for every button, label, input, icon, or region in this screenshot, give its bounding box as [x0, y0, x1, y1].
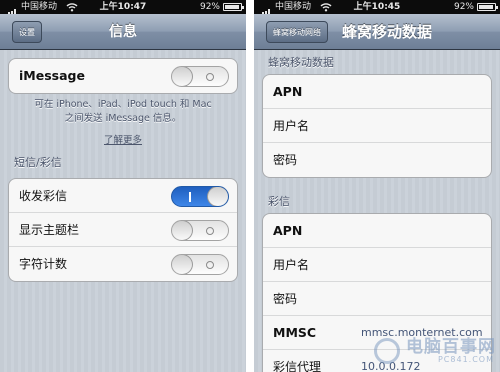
character-count-label: 字符计数 — [19, 257, 68, 271]
page-title: 蜂窝移动数据 — [342, 23, 433, 41]
cellular-username-label: 用户名 — [273, 119, 310, 133]
imessage-note-line-1: 可在 iPhone、iPad、iPod touch 和 Mac — [34, 99, 212, 110]
cellular-password-row[interactable]: 密码 — [263, 143, 491, 177]
watermark: 电脑百事网 PC841.COM — [370, 330, 500, 372]
status-bar: 中国移动 上午10:47 92% — [0, 0, 246, 17]
imessage-toggle[interactable] — [171, 66, 229, 87]
imessage-note: 可在 iPhone、iPad、iPod touch 和 Mac 之间发送 iMe… — [10, 98, 236, 126]
show-subject-row: 显示主题栏 — [9, 213, 237, 247]
watermark-text: 电脑百事网 — [406, 337, 496, 357]
mms-password-label: 密码 — [273, 292, 298, 306]
mmsc-label: MMSC — [273, 325, 317, 340]
mms-apn-label: APN — [273, 223, 303, 238]
mms-username-label: 用户名 — [273, 258, 310, 272]
cellular-username-row[interactable]: 用户名 — [263, 109, 491, 143]
learn-more-link[interactable]: 了解更多 — [0, 132, 246, 146]
page-title: 信息 — [109, 24, 137, 40]
imessage-row: iMessage — [9, 59, 237, 93]
watermark-subtext: PC841.COM — [437, 355, 494, 364]
mms-apn-row[interactable]: APN — [263, 214, 491, 248]
cellular-apn-label: APN — [273, 84, 303, 99]
cellular-apn-row[interactable]: APN — [263, 75, 491, 109]
show-subject-label: 显示主题栏 — [19, 223, 80, 237]
battery-icon — [477, 3, 498, 11]
sms-settings-group: 收发彩信 显示主题栏 字符计数 — [8, 178, 238, 282]
show-subject-toggle[interactable] — [171, 220, 229, 241]
mms-password-row[interactable]: 密码 — [263, 282, 491, 316]
cellular-data-group: APN 用户名 密码 — [262, 74, 492, 178]
cellular-password-label: 密码 — [273, 153, 298, 167]
mms-label: 收发彩信 — [19, 189, 68, 203]
imessage-note-line-2: 之间发送 iMessage 信息。 — [64, 113, 182, 124]
navigation-bar: 蜂窝移动网络 蜂窝移动数据 — [254, 14, 500, 50]
status-bar: 中国移动 上午10:45 92% — [254, 0, 500, 17]
screenshot-divider — [246, 0, 254, 372]
sms-section-header: 短信/彩信 — [14, 156, 62, 169]
cellular-section-header: 蜂窝移动数据 — [268, 56, 334, 69]
navigation-bar: 设置 信息 — [0, 14, 246, 50]
battery-icon — [223, 3, 244, 11]
mms-username-row[interactable]: 用户名 — [263, 248, 491, 282]
mms-toggle[interactable] — [171, 186, 229, 207]
mms-proxy-label: 彩信代理 — [273, 360, 322, 372]
mms-row: 收发彩信 — [9, 179, 237, 213]
messages-settings-screen: 中国移动 上午10:47 92% 设置 信息 iMessage 可在 iPhon… — [0, 0, 246, 372]
mms-section-header: 彩信 — [268, 195, 290, 208]
character-count-row: 字符计数 — [9, 247, 237, 281]
battery-percent: 92% — [453, 2, 474, 12]
cellular-data-screen: 中国移动 上午10:45 92% 蜂窝移动网络 蜂窝移动数据 蜂窝移动数据 AP… — [254, 0, 500, 372]
imessage-group: iMessage — [8, 58, 238, 94]
imessage-label: iMessage — [19, 68, 85, 83]
watermark-logo-icon — [374, 338, 400, 364]
battery-percent: 92% — [199, 2, 220, 12]
character-count-toggle[interactable] — [171, 254, 229, 275]
